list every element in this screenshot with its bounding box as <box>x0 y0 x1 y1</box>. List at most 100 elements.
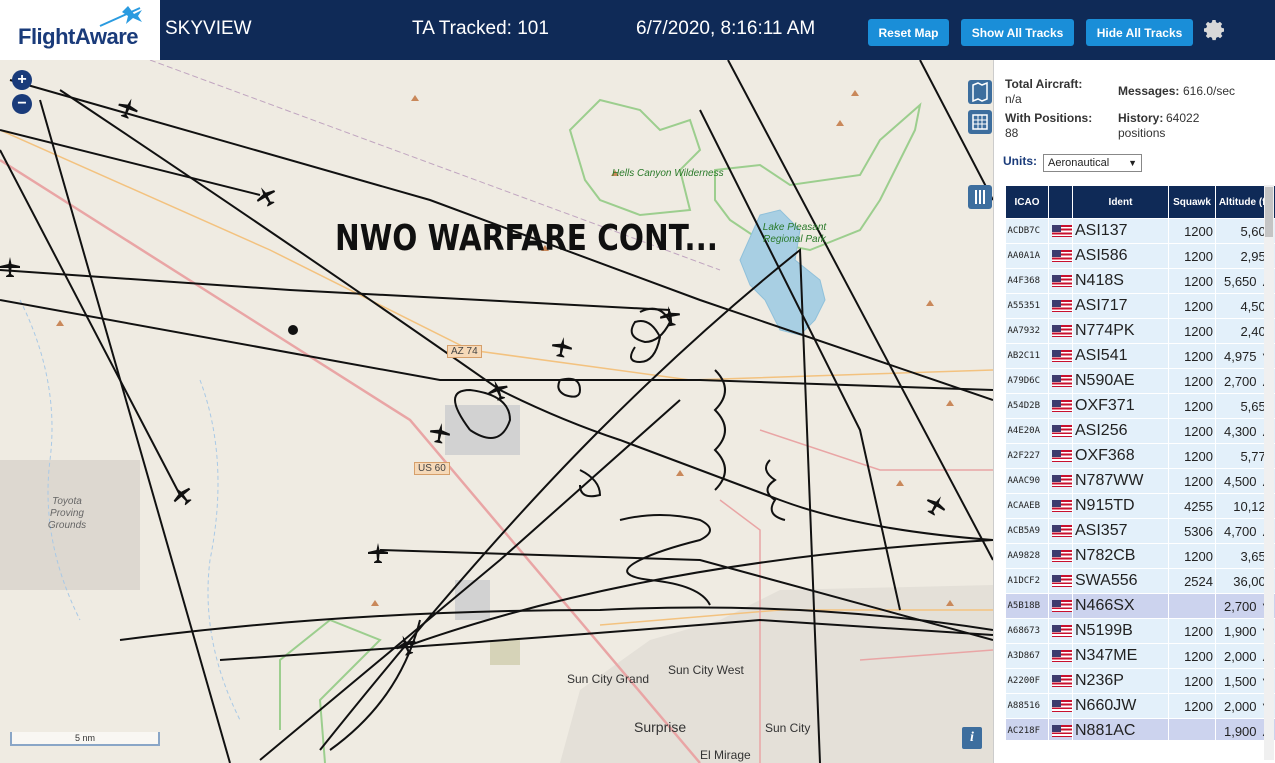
table-row[interactable]: A88516 N660JW 1200 2,000 ▼ <box>1005 693 1275 719</box>
reset-map-button[interactable]: Reset Map <box>868 19 949 46</box>
table-row[interactable]: A68673 N5199B 1200 1,900 ▼ <box>1005 618 1275 644</box>
squawk-cell: 1200 <box>1168 293 1216 319</box>
flag-cell <box>1048 418 1073 444</box>
aircraft-marker-icon[interactable] <box>0 256 21 278</box>
us-flag-icon <box>1052 224 1072 237</box>
squawk-cell: 1200 <box>1168 468 1216 494</box>
aircraft-table: ICAO Ident Squawk Altitude (ft) ACDB7C AS… <box>1005 185 1275 740</box>
aircraft-marker-icon[interactable] <box>657 303 682 328</box>
table-row[interactable]: A1DCF2 SWA556 2524 36,000 <box>1005 568 1275 594</box>
logo-text: FlightAware <box>18 24 139 49</box>
flag-cell <box>1048 468 1073 494</box>
icao-cell: A5B18B <box>1005 593 1049 619</box>
table-scrollbar[interactable] <box>1264 185 1274 760</box>
flag-cell <box>1048 293 1073 319</box>
icao-cell: AB2C11 <box>1005 343 1049 369</box>
icao-cell: AC218F <box>1005 718 1049 740</box>
ident-cell: N347ME <box>1072 643 1169 669</box>
table-row[interactable]: AAAC90 N787WW 1200 4,500 ▲ <box>1005 468 1275 494</box>
squawk-cell: 1200 <box>1168 543 1216 569</box>
table-row[interactable]: ACB5A9 ASI357 5306 4,700 ▲ <box>1005 518 1275 544</box>
table-row[interactable]: ACAAEB N915TD 4255 10,125 <box>1005 493 1275 519</box>
table-row[interactable]: A79D6C N590AE 1200 2,700 ▲ <box>1005 368 1275 394</box>
table-row[interactable]: ACDB7C ASI137 1200 5,600 <box>1005 218 1275 244</box>
zoom-out-button[interactable]: − <box>12 94 32 114</box>
table-row[interactable]: A2F227 OXF368 1200 5,775 <box>1005 443 1275 469</box>
messages-value: 616.0/sec <box>1183 84 1236 98</box>
us60-shield: US 60 <box>414 462 450 475</box>
col-header-ident[interactable]: Ident <box>1072 185 1169 219</box>
icao-cell: A55351 <box>1005 293 1049 319</box>
flightaware-logo[interactable]: FlightAware <box>0 0 160 60</box>
us-flag-icon <box>1052 249 1072 262</box>
table-row[interactable]: A3D867 N347ME 1200 2,000 ▲ <box>1005 643 1275 669</box>
scale-bar: 5 nm <box>10 732 160 746</box>
table-row[interactable]: AA0A1A ASI586 1200 2,950 <box>1005 243 1275 269</box>
aircraft-marker-icon[interactable] <box>427 420 452 445</box>
az74-shield: AZ 74 <box>447 345 482 358</box>
surprise-label: Surprise <box>634 719 687 735</box>
ident-cell: N236P <box>1072 668 1169 694</box>
flag-cell <box>1048 718 1073 740</box>
squawk-cell: 5306 <box>1168 518 1216 544</box>
hide-all-tracks-button[interactable]: Hide All Tracks <box>1086 19 1193 46</box>
col-header-icao[interactable]: ICAO <box>1005 185 1049 219</box>
with-positions-value: 88 <box>1005 126 1019 140</box>
icao-cell: ACB5A9 <box>1005 518 1049 544</box>
hells-canyon-label: Hells Canyon Wilderness <box>612 168 724 179</box>
table-row[interactable]: A4E20A ASI256 1200 4,300 ▲ <box>1005 418 1275 444</box>
gear-icon[interactable] <box>1203 18 1227 42</box>
lake-pleasant-label: Lake Pleasant Regional Park <box>762 222 827 245</box>
columns-icon[interactable] <box>968 185 992 209</box>
info-icon[interactable]: i <box>962 727 982 749</box>
us-flag-icon <box>1052 324 1072 337</box>
table-row[interactable]: A5B18B N466SX 2,700 ▼ <box>1005 593 1275 619</box>
grid-icon[interactable] <box>968 110 992 134</box>
us-flag-icon <box>1052 574 1072 587</box>
map-base <box>0 60 993 763</box>
col-header-squawk[interactable]: Squawk <box>1168 185 1216 219</box>
show-all-tracks-button[interactable]: Show All Tracks <box>961 19 1074 46</box>
us-flag-icon <box>1052 299 1072 312</box>
table-row[interactable]: A55351 ASI717 1200 4,500 <box>1005 293 1275 319</box>
squawk-cell: 1200 <box>1168 318 1216 344</box>
table-row[interactable]: AA9828 N782CB 1200 3,650 <box>1005 543 1275 569</box>
flag-cell <box>1048 443 1073 469</box>
table-row[interactable]: A54D2B OXF371 1200 5,650 <box>1005 393 1275 419</box>
flag-cell <box>1048 543 1073 569</box>
sun-city-grand-label: Sun City Grand <box>567 672 650 686</box>
us-flag-icon <box>1052 499 1072 512</box>
overlay-caption: NWO WARFARE CONT... <box>335 218 719 259</box>
current-datetime: 6/7/2020, 8:16:11 AM <box>636 18 816 39</box>
flag-cell <box>1048 593 1073 619</box>
icao-cell: AAAC90 <box>1005 468 1049 494</box>
flag-cell <box>1048 568 1073 594</box>
units-selected-value: Aeronautical <box>1048 157 1110 169</box>
flag-cell <box>1048 693 1073 719</box>
table-row[interactable]: A2200F N236P 1200 1,500 ▼ <box>1005 668 1275 694</box>
squawk-cell <box>1168 593 1216 619</box>
us-flag-icon <box>1052 674 1072 687</box>
aircraft-table-container[interactable]: ICAO Ident Squawk Altitude (ft) ACDB7C AS… <box>1005 185 1275 740</box>
zoom-in-button[interactable]: + <box>12 70 32 90</box>
ident-cell: N915TD <box>1072 493 1169 519</box>
us-flag-icon <box>1052 274 1072 287</box>
ident-cell: ASI357 <box>1072 518 1169 544</box>
aircraft-marker-icon[interactable] <box>549 334 574 359</box>
icao-cell: ACAAEB <box>1005 493 1049 519</box>
aircraft-marker-icon[interactable] <box>367 542 389 564</box>
scrollbar-thumb[interactable] <box>1265 187 1273 237</box>
table-row[interactable]: A4F368 N418S 1200 5,650 ▲ <box>1005 268 1275 294</box>
col-header-flag[interactable] <box>1048 185 1073 219</box>
flag-cell <box>1048 368 1073 394</box>
map-canvas[interactable]: + − NWO WARFARE CONT... Hells Canyon Wil… <box>0 60 993 763</box>
table-row[interactable]: AB2C11 ASI541 1200 4,975 ▼ <box>1005 343 1275 369</box>
map-layer-icon[interactable] <box>968 80 992 104</box>
us-flag-icon <box>1052 549 1072 562</box>
ident-cell: ASI541 <box>1072 343 1169 369</box>
table-row[interactable]: AC218F N881AC 1,900 ▲ <box>1005 718 1275 740</box>
units-select[interactable]: Aeronautical ▼ <box>1043 154 1142 172</box>
messages-label: Messages: <box>1118 84 1180 98</box>
flag-cell <box>1048 318 1073 344</box>
table-row[interactable]: AA7932 N774PK 1200 2,400 <box>1005 318 1275 344</box>
